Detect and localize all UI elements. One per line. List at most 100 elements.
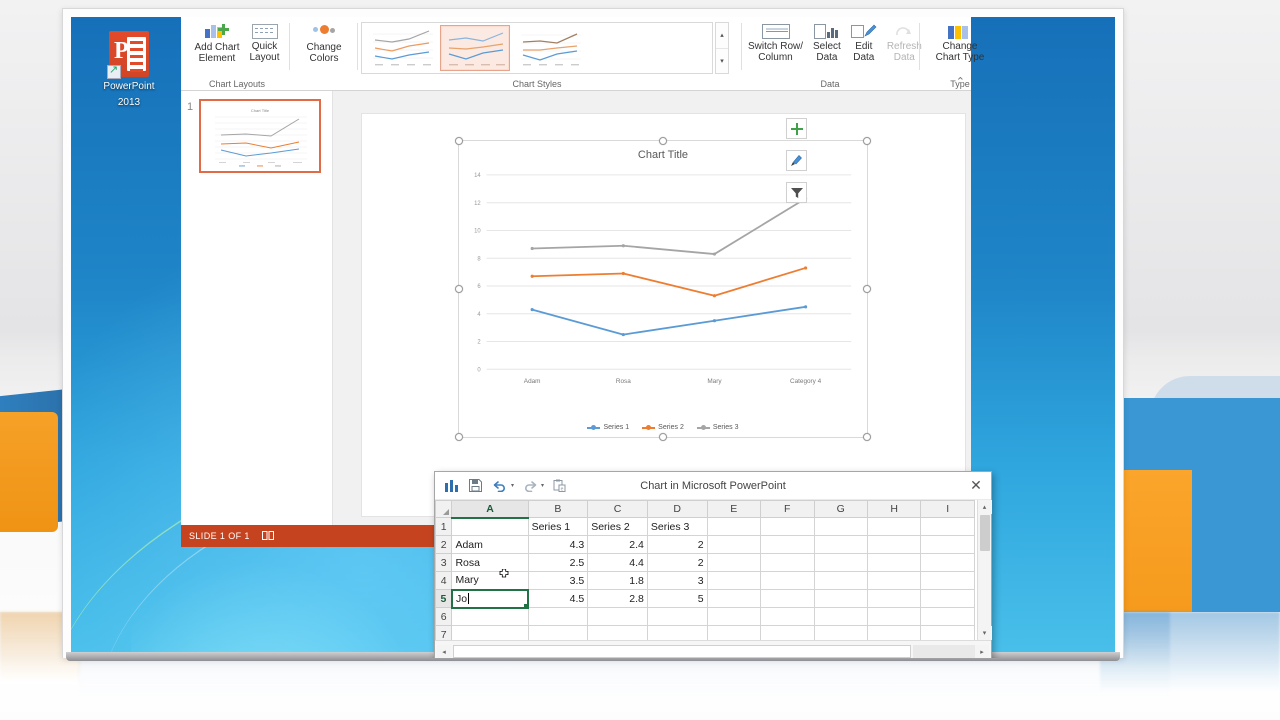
chart-styles-scrollbar[interactable]: ▴ ▾ bbox=[715, 22, 729, 74]
edit-data-button[interactable]: Edit Data bbox=[846, 21, 882, 63]
cell-F6[interactable] bbox=[760, 607, 815, 626]
column-header-B[interactable]: B bbox=[527, 500, 589, 518]
save-icon[interactable] bbox=[467, 477, 484, 494]
datasheet-window[interactable]: ▾ ▾ e Chart in Microsoft PowerPoint ✕ AB… bbox=[434, 471, 992, 658]
chart-icon[interactable] bbox=[443, 477, 460, 494]
cell-I4[interactable] bbox=[920, 571, 975, 590]
cell-B3[interactable]: 2.5 bbox=[527, 553, 589, 572]
cell-C5[interactable]: 2.8 bbox=[587, 589, 648, 608]
cell-E7[interactable] bbox=[706, 625, 762, 640]
scroll-up-button[interactable]: ▴ bbox=[977, 500, 992, 514]
slide-thumbnail-panel[interactable]: 1 Chart Title bbox=[181, 91, 333, 547]
datasheet-body[interactable]: 1 Series 1 Series 2 Series 3 2 Adam 4.3 2.4 2 3 Ro… bbox=[435, 517, 975, 640]
cell-G5[interactable] bbox=[813, 589, 868, 608]
chart-style-thumb-3[interactable] bbox=[514, 25, 584, 71]
gallery-scroll-down[interactable]: ▾ bbox=[716, 49, 728, 74]
datasheet-grid[interactable]: ABCDEFGHI 1 Series 1 Series 2 Series 3 2 Adam… bbox=[435, 500, 975, 640]
cell-I6[interactable] bbox=[920, 607, 975, 626]
cell-F4[interactable] bbox=[760, 571, 815, 590]
cell-H1[interactable] bbox=[866, 517, 922, 536]
cell-A4[interactable]: Mary bbox=[451, 571, 529, 590]
cell-A3[interactable]: Rosa bbox=[451, 553, 529, 572]
slide-thumbnail-1[interactable]: Chart Title bbox=[199, 99, 321, 173]
cell-I5[interactable] bbox=[920, 589, 975, 608]
cell-D6[interactable] bbox=[646, 607, 708, 626]
cell-D7[interactable] bbox=[646, 625, 708, 640]
cell-D5[interactable]: 5 bbox=[646, 589, 708, 608]
cell-G3[interactable] bbox=[813, 553, 868, 572]
datasheet-titlebar[interactable]: ▾ ▾ e Chart in Microsoft PowerPoint ✕ bbox=[435, 472, 991, 500]
column-header-E[interactable]: E bbox=[706, 500, 762, 518]
chart-legend[interactable]: Series 1 Series 2 Series 3 bbox=[459, 424, 867, 431]
row-header-7[interactable]: 7 bbox=[435, 625, 453, 640]
close-icon[interactable]: ✕ bbox=[965, 476, 987, 496]
cell-I3[interactable] bbox=[920, 553, 975, 572]
cell-B4[interactable]: 3.5 bbox=[527, 571, 589, 590]
legend-item-3[interactable]: Series 3 bbox=[696, 424, 739, 431]
legend-item-1[interactable]: Series 1 bbox=[587, 424, 629, 431]
cell-C2[interactable]: 2.4 bbox=[587, 535, 648, 554]
resize-handle-bottom-left[interactable] bbox=[455, 433, 463, 441]
cell-A7[interactable] bbox=[451, 625, 529, 640]
change-colors-button[interactable]: Change Colors bbox=[301, 21, 346, 64]
cell-C6[interactable] bbox=[587, 607, 648, 626]
cell-F3[interactable] bbox=[760, 553, 815, 572]
column-header-A[interactable]: A bbox=[451, 500, 529, 519]
scroll-track-horizontal[interactable] bbox=[913, 645, 975, 658]
notes-icon[interactable] bbox=[261, 530, 274, 543]
cell-E2[interactable] bbox=[706, 535, 762, 554]
cell-G7[interactable] bbox=[813, 625, 868, 640]
datasheet-row-6[interactable]: 6 bbox=[435, 607, 975, 626]
cell-C1[interactable]: Series 2 bbox=[587, 517, 648, 536]
select-all-corner[interactable] bbox=[435, 500, 453, 518]
scroll-track-vertical[interactable] bbox=[978, 552, 991, 626]
slide-1[interactable]: Chart Title 0 2 4 6 8 10 12 14 Adam Rosa Mary Cate… bbox=[361, 113, 966, 517]
cell-I1[interactable] bbox=[920, 517, 975, 536]
cell-B2[interactable]: 4.3 bbox=[527, 535, 589, 554]
gallery-scroll-up[interactable]: ▴ bbox=[716, 23, 728, 49]
cell-F7[interactable] bbox=[760, 625, 815, 640]
chart-style-thumb-2-selected[interactable] bbox=[440, 25, 510, 71]
cell-A5[interactable]: Jo bbox=[450, 588, 530, 609]
column-header-H[interactable]: H bbox=[866, 500, 922, 518]
chart-filters-button[interactable] bbox=[786, 182, 807, 203]
datasheet-horizontal-scrollbar[interactable]: ◂ ▸ bbox=[435, 640, 991, 658]
scroll-thumb-vertical[interactable] bbox=[979, 515, 990, 551]
datasheet-row-3[interactable]: 3 Rosa 2.5 4.4 2 bbox=[435, 553, 975, 572]
row-header-2[interactable]: 2 bbox=[435, 535, 453, 554]
cell-B5[interactable]: 4.5 bbox=[527, 589, 589, 608]
chart-styles-button[interactable] bbox=[786, 150, 807, 171]
redo-dropdown-caret[interactable]: ▾ bbox=[541, 482, 544, 489]
change-chart-type-button[interactable]: Change Chart Type bbox=[931, 21, 990, 63]
cell-E4[interactable] bbox=[706, 571, 762, 590]
column-header-F[interactable]: F bbox=[760, 500, 815, 518]
datasheet-row-5[interactable]: 5 Jo 4.5 2.8 5 bbox=[435, 588, 975, 609]
cell-H3[interactable] bbox=[866, 553, 922, 572]
cell-C3[interactable]: 4.4 bbox=[587, 553, 648, 572]
cell-I7[interactable] bbox=[920, 625, 975, 640]
column-header-D[interactable]: D bbox=[646, 500, 708, 518]
cell-A2[interactable]: Adam bbox=[451, 535, 529, 554]
datasheet-row-7[interactable]: 7 bbox=[435, 625, 975, 640]
cell-A6[interactable] bbox=[451, 607, 529, 626]
scroll-down-button[interactable]: ▾ bbox=[977, 626, 992, 640]
select-data-button[interactable]: Select Data bbox=[808, 21, 846, 63]
chart-elements-button[interactable] bbox=[786, 118, 807, 139]
cell-H2[interactable] bbox=[866, 535, 922, 554]
cell-F5[interactable] bbox=[760, 589, 815, 608]
scroll-thumb-horizontal[interactable] bbox=[453, 645, 911, 658]
redo-icon[interactable] bbox=[521, 477, 538, 494]
cell-E5[interactable] bbox=[706, 589, 762, 608]
cell-B7[interactable] bbox=[527, 625, 589, 640]
chart-styles-gallery[interactable] bbox=[361, 22, 713, 74]
datasheet-row-4[interactable]: 4 Mary 3.5 1.8 3 bbox=[435, 571, 975, 590]
cell-H5[interactable] bbox=[866, 589, 922, 608]
cell-C7[interactable] bbox=[587, 625, 648, 640]
cell-F2[interactable] bbox=[760, 535, 815, 554]
resize-handle-top-left[interactable] bbox=[455, 137, 463, 145]
cell-B1[interactable]: Series 1 bbox=[527, 517, 589, 536]
cell-G1[interactable] bbox=[813, 517, 868, 536]
row-header-1[interactable]: 1 bbox=[435, 517, 453, 536]
resize-handle-top-center[interactable] bbox=[659, 137, 667, 145]
row-header-3[interactable]: 3 bbox=[435, 553, 453, 572]
